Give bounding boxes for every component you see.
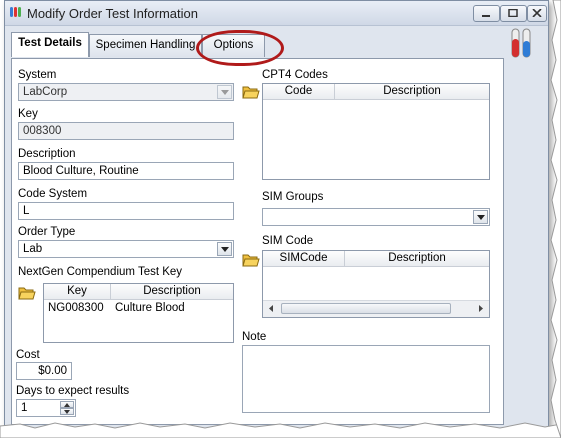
test-tubes-icon <box>10 7 21 17</box>
chevron-down-icon <box>221 90 229 95</box>
highlight-ring <box>196 30 284 66</box>
order-type-combo[interactable]: Lab <box>18 240 234 258</box>
key-value: 008300 <box>23 125 62 137</box>
key-label: Key <box>18 108 38 120</box>
system-label: System <box>18 69 57 81</box>
sim-groups-combo[interactable] <box>262 208 490 226</box>
window-title: Modify Order Test Information <box>27 6 198 21</box>
test-tubes-logo <box>511 28 531 58</box>
column-header-description[interactable]: Description <box>345 251 489 267</box>
system-combo[interactable]: LabCorp <box>18 83 234 101</box>
code-system-input[interactable]: L <box>18 202 234 220</box>
spin-up-button[interactable] <box>60 401 74 408</box>
grid-header: Key Description <box>44 284 233 300</box>
grid-header: Code Description <box>263 84 489 100</box>
description-label: Description <box>18 148 76 160</box>
tab-label: Specimen Handling <box>95 39 196 51</box>
cpt4-label: CPT4 Codes <box>262 69 328 81</box>
column-header-code[interactable]: Code <box>263 84 335 100</box>
compendium-grid[interactable]: Key Description NG008300 Culture Blood <box>43 283 234 343</box>
horizontal-scrollbar[interactable] <box>263 300 489 317</box>
cpt4-grid[interactable]: Code Description <box>262 83 490 180</box>
order-type-value: Lab <box>23 243 43 255</box>
description-input[interactable]: Blood Culture, Routine <box>18 162 234 180</box>
open-folder-icon[interactable] <box>242 252 260 268</box>
key-field: 008300 <box>18 122 234 140</box>
code-system-value: L <box>23 205 30 217</box>
note-textarea[interactable] <box>242 345 490 413</box>
scroll-right-icon[interactable] <box>473 301 489 316</box>
description-value: Blood Culture, Routine <box>23 165 139 177</box>
tab-label: Test Details <box>18 37 82 49</box>
sim-code-grid[interactable]: SIMCode Description <box>262 250 490 318</box>
spin-down-button[interactable] <box>60 408 74 415</box>
grid-cell-description: Culture Blood <box>115 302 185 314</box>
system-value: LabCorp <box>23 86 68 98</box>
test-details-panel: System LabCorp Key 008300 Description Bl… <box>11 58 504 425</box>
scrollbar-thumb[interactable] <box>281 303 451 314</box>
tab-test-details[interactable]: Test Details <box>11 32 89 57</box>
open-folder-icon[interactable] <box>18 285 36 301</box>
torn-edge-decoration <box>0 422 561 438</box>
code-system-label: Code System <box>18 188 88 200</box>
maximize-button[interactable] <box>500 5 527 22</box>
sim-code-label: SIM Code <box>262 235 314 247</box>
system-dropdown-button[interactable] <box>217 85 232 99</box>
compendium-label: NextGen Compendium Test Key <box>18 266 183 278</box>
close-icon <box>532 9 542 17</box>
note-label: Note <box>242 331 267 343</box>
maximize-icon <box>508 9 518 17</box>
chevron-up-icon <box>64 403 70 407</box>
order-type-label: Order Type <box>18 226 76 238</box>
column-header-description[interactable]: Description <box>335 84 489 100</box>
column-header-description[interactable]: Description <box>111 284 233 300</box>
grid-header: SIMCode Description <box>263 251 489 267</box>
cost-input[interactable]: $0.00 <box>16 362 72 380</box>
chevron-down-icon <box>64 410 70 414</box>
close-button[interactable] <box>527 5 547 22</box>
title-bar[interactable]: Modify Order Test Information <box>5 1 548 26</box>
scroll-left-icon[interactable] <box>263 301 279 316</box>
days-label: Days to expect results <box>16 385 130 397</box>
chevron-down-icon <box>477 215 485 220</box>
torn-edge-right-decoration <box>550 0 561 438</box>
chevron-down-icon <box>221 247 229 252</box>
order-type-dropdown-button[interactable] <box>217 242 232 256</box>
cost-label: Cost <box>16 349 40 361</box>
spin-buttons <box>60 401 74 415</box>
grid-cell-key: NG008300 <box>48 302 104 314</box>
column-header-key[interactable]: Key <box>44 284 111 300</box>
days-value: 1 <box>21 402 28 414</box>
dialog-window: Modify Order Test Information Test Detai… <box>4 0 549 430</box>
sim-groups-label: SIM Groups <box>262 191 324 203</box>
column-header-simcode[interactable]: SIMCode <box>263 251 345 267</box>
cost-value: $0.00 <box>38 365 67 377</box>
sim-groups-dropdown-button[interactable] <box>473 210 488 224</box>
days-stepper[interactable]: 1 <box>16 399 76 417</box>
minimize-button[interactable] <box>473 5 500 22</box>
open-folder-icon[interactable] <box>242 84 260 100</box>
tab-specimen-handling[interactable]: Specimen Handling <box>89 34 202 57</box>
minimize-icon <box>482 15 490 17</box>
